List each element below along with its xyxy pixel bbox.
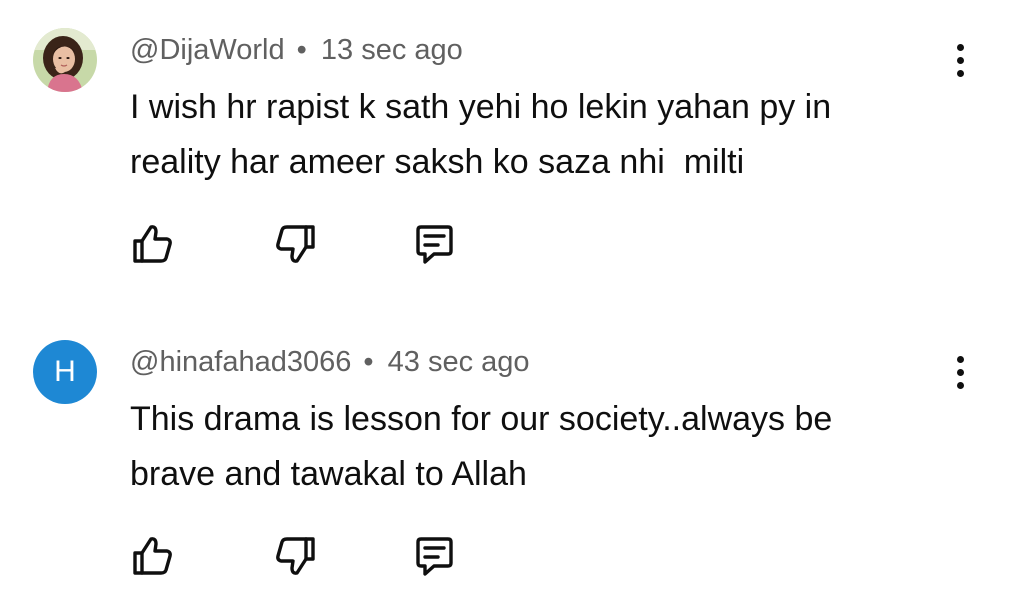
avatar[interactable]: H xyxy=(33,340,97,404)
reply-button[interactable] xyxy=(412,222,456,266)
thumbs-up-icon xyxy=(133,225,172,263)
comment-author[interactable]: @DijaWorld xyxy=(130,34,285,66)
dislike-button[interactable] xyxy=(274,222,318,266)
comment-text-line: This drama is lesson for our society..al… xyxy=(130,400,833,438)
avatar-photo xyxy=(33,28,97,92)
comment-text: I wish hr rapist k sath yehi ho lekin ya… xyxy=(130,80,930,190)
thumbs-up-icon xyxy=(133,537,172,575)
meta-separator: • xyxy=(296,34,307,66)
meta-separator: • xyxy=(363,346,374,378)
like-button[interactable] xyxy=(130,534,174,578)
comment-text-line: brave and tawakal to Allah xyxy=(130,455,527,493)
comment-meta: @hinafahad3066 • 43 sec ago xyxy=(130,342,530,382)
more-vertical-icon xyxy=(956,43,964,51)
comment-item: H @hinafahad3066 • 43 sec ago This drama… xyxy=(0,312,1024,612)
comment-meta: @DijaWorld • 13 sec ago xyxy=(130,30,463,70)
more-vertical-icon xyxy=(956,355,964,363)
comment-text: This drama is lesson for our society..al… xyxy=(130,392,930,502)
avatar[interactable] xyxy=(33,28,97,92)
avatar-letter: H xyxy=(54,355,76,388)
comment-time: 13 sec ago xyxy=(320,34,463,66)
thumbs-down-icon xyxy=(276,537,315,575)
more-options-button[interactable] xyxy=(944,350,976,394)
comment-time: 43 sec ago xyxy=(387,346,530,378)
reply-button[interactable] xyxy=(412,534,456,578)
like-button[interactable] xyxy=(130,222,174,266)
comment-item: @DijaWorld • 13 sec ago I wish hr rapist… xyxy=(0,0,1024,300)
comment-author[interactable]: @hinafahad3066 xyxy=(130,346,351,378)
reply-comment-icon xyxy=(416,225,453,264)
comments-section: @DijaWorld • 13 sec ago I wish hr rapist… xyxy=(0,0,1024,614)
comment-text-line: reality har ameer saksh ko saza nhi milt… xyxy=(130,143,745,181)
more-options-button[interactable] xyxy=(944,38,976,82)
reply-comment-icon xyxy=(416,537,453,576)
comment-text-line: I wish hr rapist k sath yehi ho lekin ya… xyxy=(130,88,832,126)
thumbs-down-icon xyxy=(276,225,315,263)
dislike-button[interactable] xyxy=(274,534,318,578)
